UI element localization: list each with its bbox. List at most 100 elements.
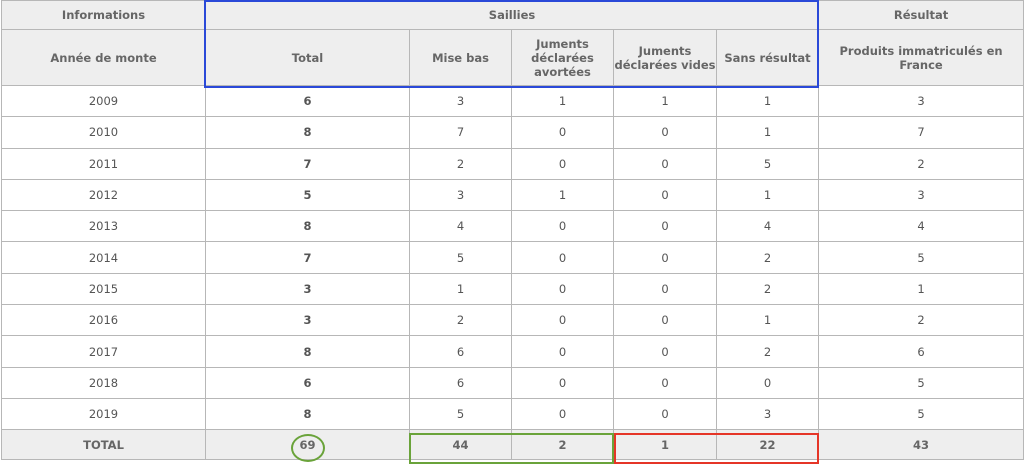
cell-avortees: 0: [511, 241, 614, 274]
total-total: 69: [205, 429, 410, 461]
cell-vides: 1: [613, 84, 717, 118]
saillies-table: Informations Saillies Résultat Année de …: [1, 0, 1024, 461]
cell-mise-bas: 5: [409, 241, 512, 274]
cell-vides: 0: [613, 210, 717, 243]
cell-sans-resultat: 5: [715, 147, 820, 180]
cell-mise-bas: 3: [409, 84, 512, 118]
cell-total: 3: [205, 272, 410, 306]
cell-vides: 0: [613, 178, 717, 212]
group-header-informations: Informations: [1, 0, 206, 30]
cell-sans-resultat: 4: [715, 210, 820, 243]
cell-annee: 2012: [1, 178, 206, 212]
cell-annee: 2015: [1, 272, 206, 306]
cell-annee: 2017: [1, 335, 206, 368]
cell-sans-resultat: 2: [715, 272, 820, 306]
table-row: 2018 6 6 0 0 0 5: [1, 366, 1024, 399]
cell-total: 8: [205, 116, 410, 149]
cell-annee: 2009: [1, 84, 206, 118]
cell-vides: 0: [613, 116, 717, 149]
cell-total: 6: [205, 366, 410, 399]
cell-produits: 5: [818, 397, 1024, 431]
cell-sans-resultat: 1: [715, 84, 820, 118]
cell-annee: 2010: [1, 116, 206, 149]
table-row: 2009 6 3 1 1 1 3: [1, 84, 1024, 118]
cell-vides: 0: [613, 366, 717, 399]
cell-vides: 0: [613, 304, 717, 337]
group-header-resultat: Résultat: [818, 0, 1024, 30]
cell-produits: 6: [818, 335, 1024, 368]
cell-avortees: 0: [511, 116, 614, 149]
cell-avortees: 0: [511, 335, 614, 368]
column-header-produits: Produits immatriculés en France: [818, 29, 1024, 86]
column-header-vides: Juments déclarées vides: [613, 29, 717, 86]
column-header-total: Total: [205, 29, 410, 86]
cell-annee: 2014: [1, 241, 206, 274]
cell-mise-bas: 5: [409, 397, 512, 431]
cell-avortees: 0: [511, 366, 614, 399]
cell-avortees: 0: [511, 147, 614, 180]
cell-avortees: 0: [511, 210, 614, 243]
cell-annee: 2016: [1, 304, 206, 337]
column-header-annee: Année de monte: [1, 29, 206, 86]
cell-vides: 0: [613, 397, 717, 431]
total-vides: 1: [613, 429, 717, 461]
cell-avortees: 1: [511, 84, 614, 118]
group-header-saillies: Saillies: [204, 0, 820, 30]
cell-produits: 5: [818, 241, 1024, 274]
cell-total: 7: [205, 241, 410, 274]
cell-annee: 2019: [1, 397, 206, 431]
cell-mise-bas: 4: [409, 210, 512, 243]
cell-produits: 1: [818, 272, 1024, 306]
table-row: 2011 7 2 0 0 5 2: [1, 147, 1024, 180]
cell-avortees: 0: [511, 397, 614, 431]
table-row: 2013 8 4 0 0 4 4: [1, 210, 1024, 243]
cell-vides: 0: [613, 335, 717, 368]
cell-vides: 0: [613, 147, 717, 180]
cell-total: 6: [205, 84, 410, 118]
total-label: TOTAL: [1, 429, 206, 461]
cell-annee: 2018: [1, 366, 206, 399]
cell-mise-bas: 1: [409, 272, 512, 306]
cell-mise-bas: 3: [409, 178, 512, 212]
column-header-mise-bas: Mise bas: [409, 29, 512, 86]
cell-total: 5: [205, 178, 410, 212]
cell-vides: 0: [613, 272, 717, 306]
cell-produits: 4: [818, 210, 1024, 243]
total-row: TOTAL 69 44 2 1 22 43: [1, 429, 1024, 461]
table-row: 2017 8 6 0 0 2 6: [1, 335, 1024, 368]
table-row: 2019 8 5 0 0 3 5: [1, 397, 1024, 431]
cell-avortees: 0: [511, 272, 614, 306]
cell-total: 8: [205, 397, 410, 431]
table-row: 2016 3 2 0 0 1 2: [1, 304, 1024, 337]
cell-avortees: 1: [511, 178, 614, 212]
total-sans-resultat: 22: [715, 429, 820, 461]
cell-produits: 3: [818, 84, 1024, 118]
cell-sans-resultat: 1: [715, 116, 820, 149]
table-row: 2015 3 1 0 0 2 1: [1, 272, 1024, 306]
total-avortees: 2: [511, 429, 614, 461]
cell-vides: 0: [613, 241, 717, 274]
cell-total: 7: [205, 147, 410, 180]
cell-mise-bas: 2: [409, 147, 512, 180]
cell-total: 8: [205, 210, 410, 243]
table-row: 2014 7 5 0 0 2 5: [1, 241, 1024, 274]
total-produits: 43: [818, 429, 1024, 461]
cell-sans-resultat: 2: [715, 335, 820, 368]
cell-produits: 2: [818, 304, 1024, 337]
cell-mise-bas: 6: [409, 366, 512, 399]
cell-sans-resultat: 0: [715, 366, 820, 399]
cell-total: 8: [205, 335, 410, 368]
column-header-sans-resultat: Sans résultat: [715, 29, 820, 86]
cell-produits: 5: [818, 366, 1024, 399]
cell-mise-bas: 6: [409, 335, 512, 368]
table-row: 2010 8 7 0 0 1 7: [1, 116, 1024, 149]
table-row: 2012 5 3 1 0 1 3: [1, 178, 1024, 212]
total-mise-bas: 44: [409, 429, 512, 461]
cell-sans-resultat: 3: [715, 397, 820, 431]
column-header-avortees: Juments déclarées avortées: [511, 29, 614, 86]
cell-mise-bas: 7: [409, 116, 512, 149]
cell-produits: 2: [818, 147, 1024, 180]
cell-sans-resultat: 1: [715, 178, 820, 212]
cell-annee: 2013: [1, 210, 206, 243]
cell-sans-resultat: 1: [715, 304, 820, 337]
